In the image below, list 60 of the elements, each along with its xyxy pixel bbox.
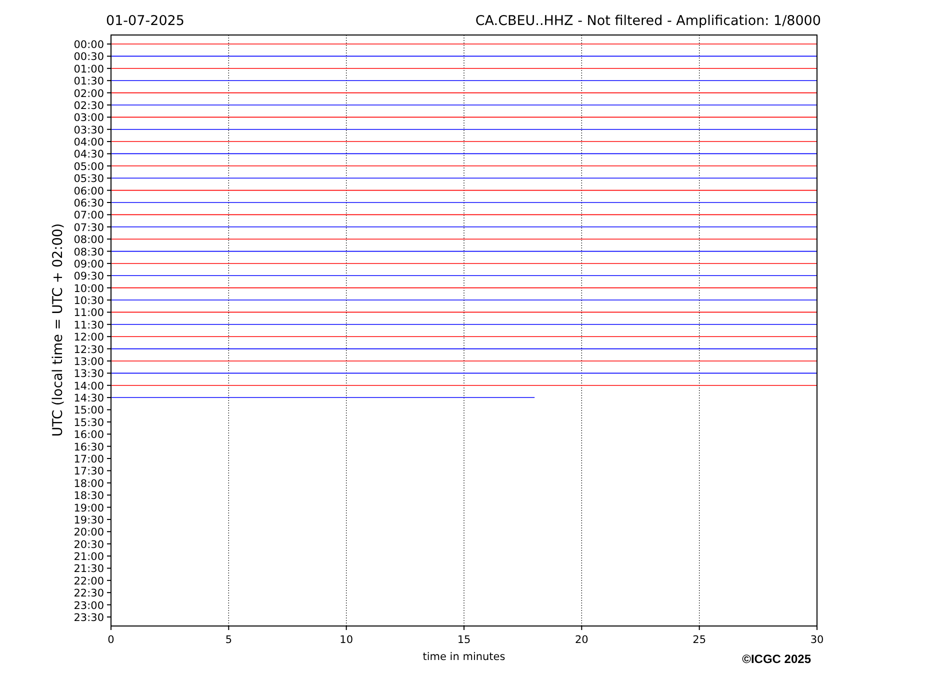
tick-label: 06:00 [74,185,104,198]
tick-label: 20:00 [74,526,104,539]
tick-label: 21:00 [74,551,104,564]
tick-label: 23:00 [74,600,104,612]
tick-label: 18:00 [74,478,104,490]
tick-label: 22:00 [74,575,104,588]
tick-label: 06:30 [74,198,104,210]
tick-label: 04:00 [74,136,104,149]
tick-label: 01:30 [74,76,104,88]
tick-label: 12:00 [74,332,104,344]
tick-label: 01:00 [74,63,104,76]
tick-label: 00:00 [74,39,104,52]
tick-label: 02:00 [74,88,104,100]
axis-title: UTC (local time = UTC + 02:00) [50,223,66,437]
tick-label: 15:00 [74,404,104,417]
tick-label: 15 [457,634,471,646]
tick-label: 11:00 [74,307,104,320]
tick-label: 18:30 [74,490,104,502]
tick-label: 11:30 [74,319,104,332]
tick-label: 03:00 [74,112,104,124]
tick-label: 08:00 [74,234,104,246]
tick-label: 23:30 [74,612,104,624]
tick-label: 14:30 [74,392,104,405]
tick-label: 30 [810,634,824,646]
tick-label: 0 [108,634,114,646]
chart-title: CA.CBEU..HHZ - Not filtered - Amplification: 1/8000 [475,13,821,29]
axis-title: time in minutes [422,651,506,663]
tick-label: 22:30 [74,588,104,600]
date-title: 01-07-2025 [106,13,184,29]
tick-label: 09:30 [74,270,104,283]
tick-label: 04:30 [74,148,104,161]
tick-label: 25 [692,634,706,646]
tick-label: 10 [340,634,354,646]
tick-label: 10:30 [74,295,104,308]
tick-label: 03:30 [74,124,104,136]
tick-label: 16:00 [74,429,104,442]
tick-label: 20:30 [74,538,104,551]
tick-label: 19:30 [74,514,104,526]
tick-label: 21:30 [74,563,104,576]
tick-label: 05:00 [74,160,104,173]
tick-label: 00:30 [74,51,104,64]
tick-label: 20 [574,634,588,646]
tick-label: 14:00 [74,380,104,392]
copyright-notice: ©ICGC 2025 [742,652,811,666]
tick-label: 10:00 [74,282,104,295]
tick-label: 15:30 [74,416,104,429]
tick-label: 16:30 [74,441,104,454]
tick-label: 17:30 [74,466,104,478]
tick-label: 02:30 [74,100,104,112]
tick-label: 12:30 [74,344,104,356]
tick-label: 17:00 [74,454,104,466]
tick-label: 19:00 [74,502,104,514]
tick-label: 13:00 [74,356,104,368]
tick-label: 07:30 [74,222,104,234]
tick-label: 08:30 [74,246,104,258]
tick-label: 07:00 [74,210,104,222]
tick-label: 5 [225,634,232,646]
tick-label: 13:30 [74,368,104,380]
tick-label: 09:00 [74,258,104,270]
tick-label: 05:30 [74,173,104,186]
